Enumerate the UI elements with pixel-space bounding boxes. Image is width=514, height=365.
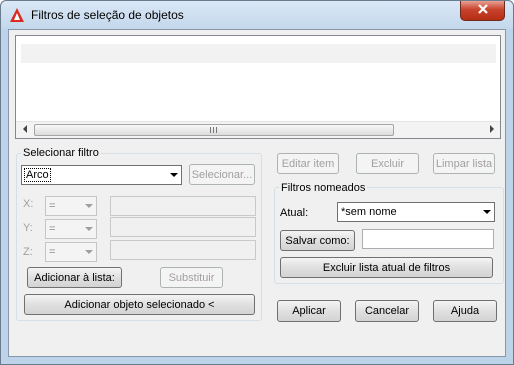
title-bar[interactable]: Filtros de seleção de objetos — [1, 1, 513, 29]
delete-button[interactable]: Excluir — [356, 153, 419, 174]
edit-item-button[interactable]: Editar item — [277, 153, 339, 174]
current-filter-dropdown[interactable]: *sem nome — [337, 202, 495, 222]
x-operator-value: = — [49, 200, 56, 212]
chevron-left-icon — [22, 124, 28, 136]
named-filters-label: Filtros nomeados — [279, 182, 368, 194]
save-as-name-field[interactable] — [362, 229, 494, 249]
save-as-button[interactable]: Salvar como: — [280, 230, 355, 251]
add-to-list-button[interactable]: Adicionar à lista: — [27, 267, 122, 288]
autocad-app-icon — [9, 7, 25, 23]
dialog-client: Selecionar filtro Arco Selecionar... X: … — [8, 29, 506, 357]
current-filter-value: *sem nome — [341, 206, 397, 218]
add-selected-object-button[interactable]: Adicionar objeto selecionado < — [24, 294, 255, 315]
x-label: X: — [23, 198, 34, 210]
chevron-down-icon — [170, 173, 178, 177]
chevron-down-icon — [85, 250, 93, 254]
scroll-thumb[interactable] — [34, 124, 394, 136]
chevron-down-icon — [85, 227, 93, 231]
chevron-right-icon — [489, 124, 495, 136]
help-button[interactable]: Ajuda — [433, 300, 497, 322]
grip-icon — [210, 127, 218, 133]
scroll-right-arrow[interactable] — [483, 122, 500, 138]
current-label: Atual: — [280, 207, 309, 219]
x-value-field[interactable] — [110, 196, 256, 216]
z-label: Z: — [23, 246, 33, 258]
y-label: Y: — [23, 222, 33, 234]
close-icon — [477, 4, 489, 17]
clear-list-button[interactable]: Limpar lista — [433, 153, 495, 174]
dialog-window: Filtros de seleção de objetos Selecionar… — [0, 0, 514, 365]
y-value-field[interactable] — [110, 217, 256, 237]
cancel-button[interactable]: Cancelar — [355, 300, 419, 322]
close-button[interactable] — [460, 1, 505, 21]
chevron-down-icon — [483, 210, 491, 214]
chevron-down-icon — [85, 204, 93, 208]
delete-current-filter-list-button[interactable]: Excluir lista atual de filtros — [280, 257, 493, 278]
select-button[interactable]: Selecionar... — [189, 164, 255, 185]
select-filter-label: Selecionar filtro — [21, 147, 101, 159]
scroll-left-arrow[interactable] — [16, 122, 33, 138]
filter-list[interactable] — [15, 35, 501, 139]
filter-type-dropdown[interactable]: Arco — [21, 165, 182, 185]
z-operator-value: = — [49, 246, 56, 258]
y-operator-dropdown[interactable]: = — [45, 219, 97, 239]
z-value-field[interactable] — [110, 240, 256, 260]
substitute-button[interactable]: Substituir — [160, 267, 223, 288]
apply-button[interactable]: Aplicar — [277, 300, 341, 322]
window-title: Filtros de seleção de objetos — [31, 8, 184, 22]
x-operator-dropdown[interactable]: = — [45, 196, 97, 216]
filter-type-value: Arco — [24, 168, 51, 182]
list-item[interactable] — [21, 44, 496, 63]
horizontal-scrollbar[interactable] — [16, 121, 500, 138]
z-operator-dropdown[interactable]: = — [45, 242, 97, 262]
y-operator-value: = — [49, 223, 56, 235]
